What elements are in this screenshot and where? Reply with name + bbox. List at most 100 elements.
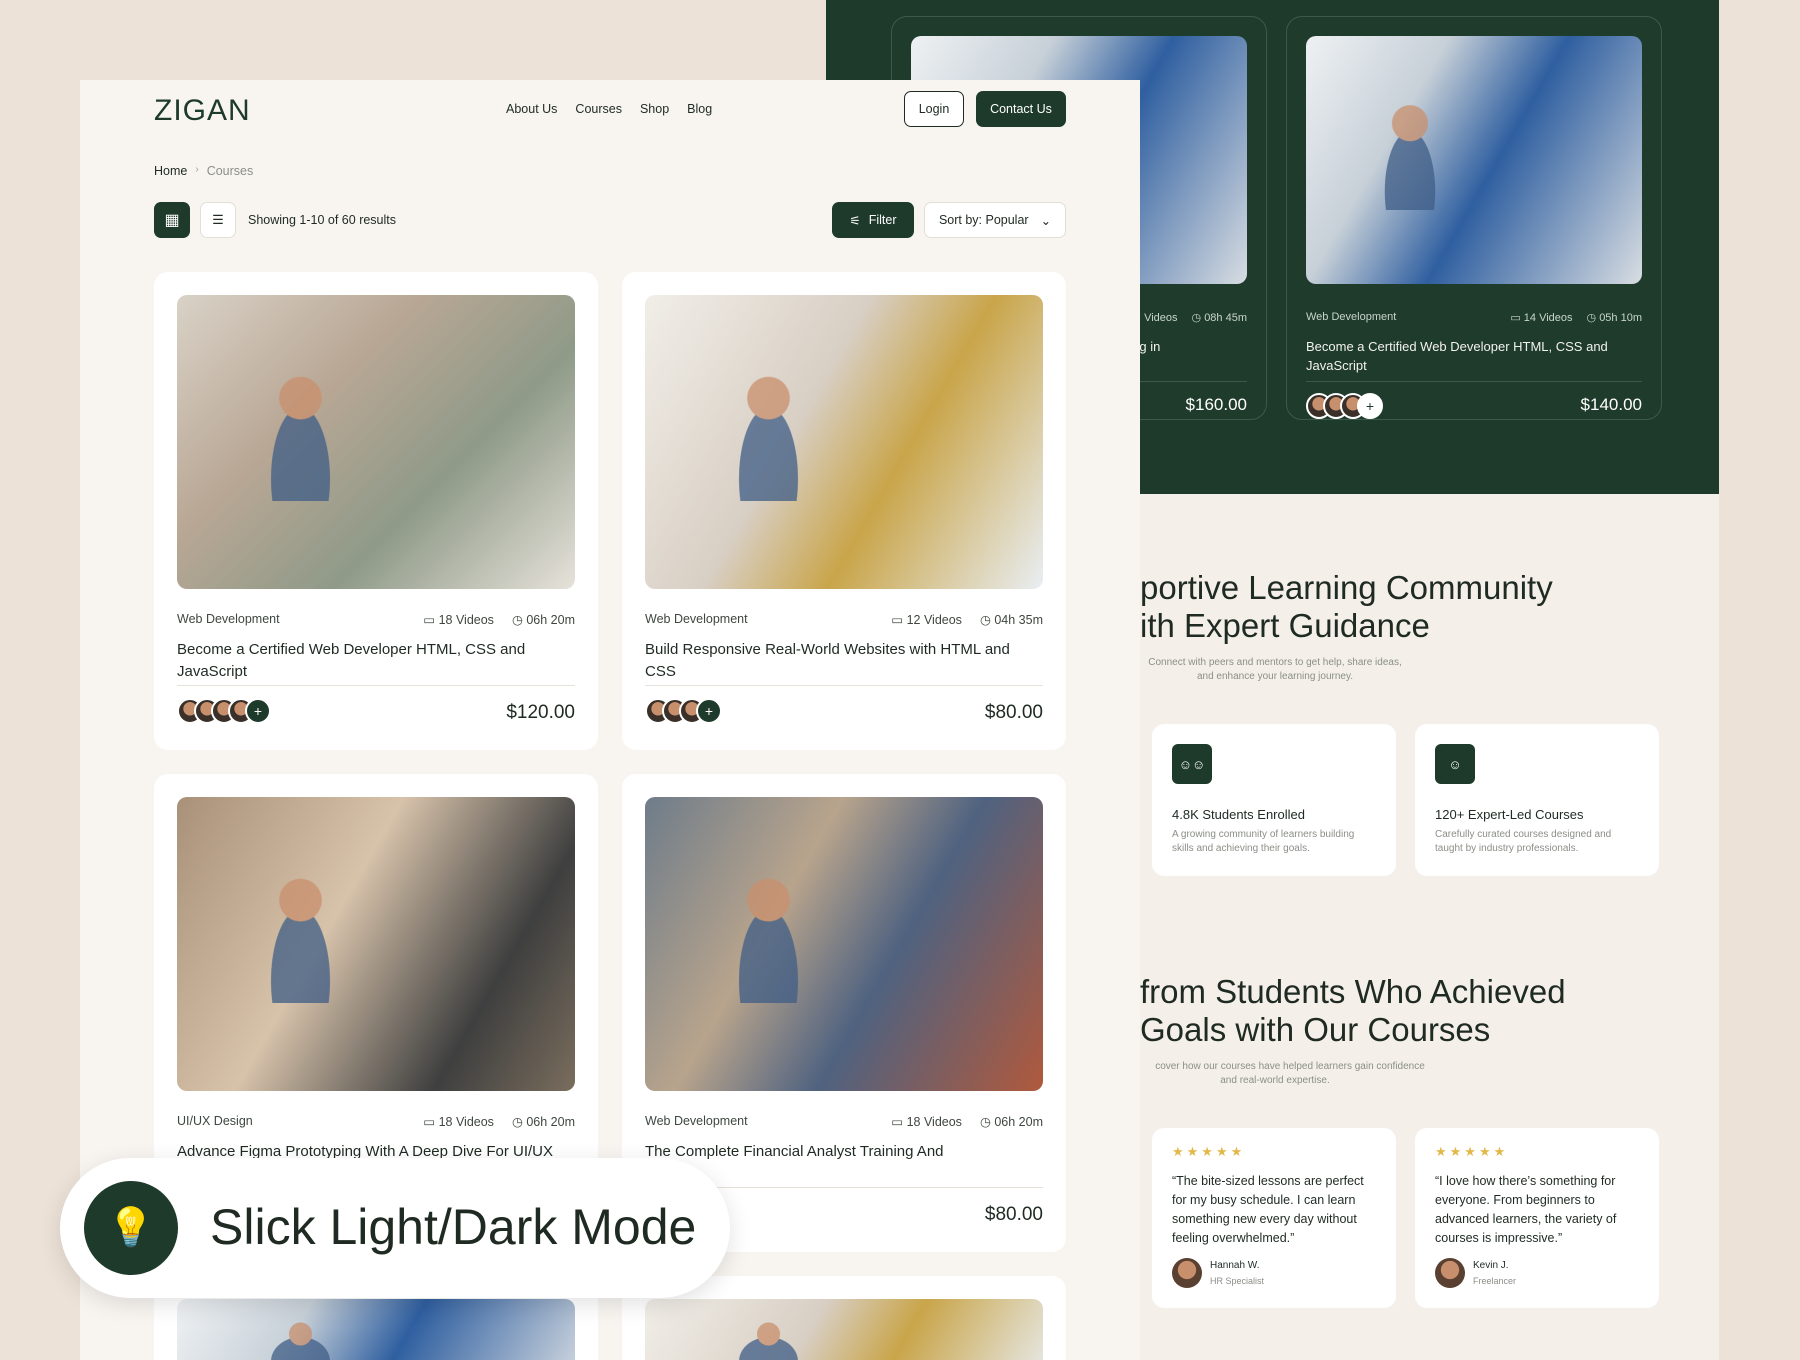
clock-icon: ◷	[511, 1115, 523, 1129]
divider	[1306, 381, 1642, 382]
community-headline-2: ith Expert Guidance	[1140, 607, 1430, 644]
student-avatars: +	[1306, 393, 1383, 419]
duration: ◷ 06h 20m	[511, 613, 575, 627]
filter-button[interactable]: ⚟ Filter	[832, 202, 914, 238]
nav-about[interactable]: About Us	[506, 102, 557, 116]
duration: ◷ 06h 20m	[979, 1115, 1043, 1129]
course-meta: Web Development ▭ 12 Videos ◷ 04h 35m	[645, 612, 1043, 627]
review-card: ★★★★★ “I love how there’s something for …	[1415, 1128, 1659, 1308]
feature-title: 120+ Expert-Led Courses	[1435, 807, 1584, 822]
community-subtext: Connect with peers and mentors to get he…	[1148, 657, 1402, 668]
video-icon: ▭	[423, 613, 436, 627]
nav-blog[interactable]: Blog	[687, 102, 712, 116]
plus-icon[interactable]: +	[1357, 393, 1383, 419]
users-icon: ☺☺	[1172, 744, 1212, 784]
feature-badge: 💡 Slick Light/Dark Mode	[60, 1158, 730, 1298]
student-avatars: +	[177, 698, 271, 724]
duration: ◷ 06h 20m	[511, 1115, 575, 1129]
divider	[177, 685, 575, 686]
testimonials-headline-2: Goals with Our Courses	[1140, 1011, 1491, 1048]
course-image	[645, 797, 1043, 1091]
feature-title: 4.8K Students Enrolled	[1172, 807, 1305, 822]
course-image	[177, 797, 575, 1091]
list-view-icon[interactable]: ☰	[200, 202, 236, 238]
course-category: Web Development	[645, 612, 748, 626]
main-nav: About Us Courses Shop Blog	[506, 102, 712, 116]
grid-view-icon[interactable]: ▦	[154, 202, 190, 238]
testimonials-headline: from Students Who Achieved	[1140, 973, 1566, 1010]
video-count: ▭ 18 Videos	[423, 1115, 494, 1129]
rating-stars: ★★★★★	[1172, 1144, 1246, 1159]
video-icon: ▭	[423, 1115, 436, 1129]
clock-icon: ◷	[979, 1115, 991, 1129]
lightbulb-icon: 💡	[84, 1181, 178, 1275]
reviewer-name: Kevin J.	[1473, 1260, 1509, 1271]
feature-desc: A growing community of learners building…	[1172, 829, 1355, 854]
course-category: Web Development	[177, 612, 280, 626]
course-meta: UI/UX Design ▭ 18 Videos ◷ 06h 20m	[177, 1114, 575, 1129]
community-subtext-2: and enhance your learning journey.	[1196, 671, 1354, 682]
course-image	[1306, 36, 1642, 284]
course-title[interactable]: Become a Certified Web Developer HTML, C…	[1306, 337, 1621, 375]
course-card[interactable]: Web Development ▭ 12 Videos ◷ 04h 35m Bu…	[622, 272, 1066, 750]
duration: ◷ 05h 10m	[1586, 312, 1642, 324]
sliders-icon: ⚟	[849, 213, 861, 228]
logo[interactable]: ZIGAN	[154, 94, 251, 128]
avatar	[1172, 1258, 1202, 1288]
breadcrumb-home[interactable]: Home	[154, 164, 187, 178]
course-title[interactable]: The Complete Financial Analyst Training …	[645, 1141, 1026, 1163]
instructor-icon: ☺	[1435, 744, 1475, 784]
course-price: $120.00	[506, 702, 575, 723]
course-meta: Web Development ▭ 14 Videos ◷ 05h 10m	[1306, 311, 1642, 324]
dark-course-card[interactable]: Web Development ▭ 14 Videos ◷ 05h 10m Be…	[1286, 16, 1662, 420]
video-count: ▭ 18 Videos	[423, 613, 494, 627]
course-price: $140.00	[1580, 395, 1642, 414]
plus-icon[interactable]: +	[696, 698, 722, 724]
filter-label: Filter	[868, 213, 897, 227]
video-icon: ▭	[891, 613, 904, 627]
course-title[interactable]: Become a Certified Web Developer HTML, C…	[177, 639, 558, 683]
reviewer-name: Hannah W.	[1210, 1260, 1260, 1271]
review-card: ★★★★★ “The bite-sized lessons are perfec…	[1152, 1128, 1396, 1308]
course-image	[177, 1299, 575, 1360]
rating-stars: ★★★★★	[1435, 1144, 1509, 1159]
reviewer-role: HR Specialist	[1210, 1276, 1265, 1286]
course-meta: Web Development ▭ 18 Videos ◷ 06h 20m	[645, 1114, 1043, 1129]
sort-label: Sort by: Popular	[938, 213, 1029, 227]
student-avatars: +	[645, 698, 722, 724]
duration: ◷ 04h 35m	[979, 613, 1043, 627]
video-icon: ▭	[891, 1115, 904, 1129]
course-title[interactable]: Build Responsive Real-World Websites wit…	[645, 639, 1026, 683]
course-card[interactable]: Web Development ▭ 18 Videos ◷ 06h 20m Be…	[154, 272, 598, 750]
nav-shop[interactable]: Shop	[640, 102, 669, 116]
testimonials-subtext: cover how our courses have helped learne…	[1155, 1061, 1425, 1072]
breadcrumb: Home › Courses	[154, 164, 253, 178]
reviewer-role: Freelancer	[1473, 1276, 1517, 1286]
video-count: ▭ 14 Videos	[1510, 312, 1573, 324]
sort-dropdown[interactable]: Sort by: Popular ⌄	[924, 202, 1066, 238]
avatar	[1435, 1258, 1465, 1288]
feature-card-courses: ☺ 120+ Expert-Led Courses Carefully cura…	[1415, 724, 1659, 876]
divider	[645, 685, 1043, 686]
course-image	[645, 295, 1043, 589]
feature-card-students: ☺☺ 4.8K Students Enrolled A growing comm…	[1152, 724, 1396, 876]
course-image	[177, 295, 575, 589]
video-count: ▭ 12 Videos	[891, 613, 962, 627]
landing-preview: portive Learning Community ith Expert Gu…	[1140, 494, 1719, 1360]
clock-icon: ◷	[979, 613, 991, 627]
review-quote: “I love how there’s something for everyo…	[1435, 1174, 1617, 1245]
clock-icon: ◷	[511, 613, 523, 627]
course-meta: Web Development ▭ 18 Videos ◷ 06h 20m	[177, 612, 575, 627]
login-button[interactable]: Login	[904, 91, 964, 127]
plus-icon[interactable]: +	[245, 698, 271, 724]
course-price: $160.00	[1185, 395, 1247, 414]
duration: ◷ 08h 45m	[1191, 312, 1247, 324]
community-headline: portive Learning Community	[1140, 569, 1553, 606]
review-quote: “The bite-sized lessons are perfect for …	[1172, 1174, 1364, 1245]
course-category: Web Development	[1306, 311, 1397, 323]
course-category: UI/UX Design	[177, 1114, 253, 1128]
nav-courses[interactable]: Courses	[575, 102, 622, 116]
contact-button[interactable]: Contact Us	[976, 91, 1066, 127]
course-price: $80.00	[984, 702, 1043, 723]
feature-desc: Carefully curated courses designed and t…	[1435, 829, 1612, 854]
